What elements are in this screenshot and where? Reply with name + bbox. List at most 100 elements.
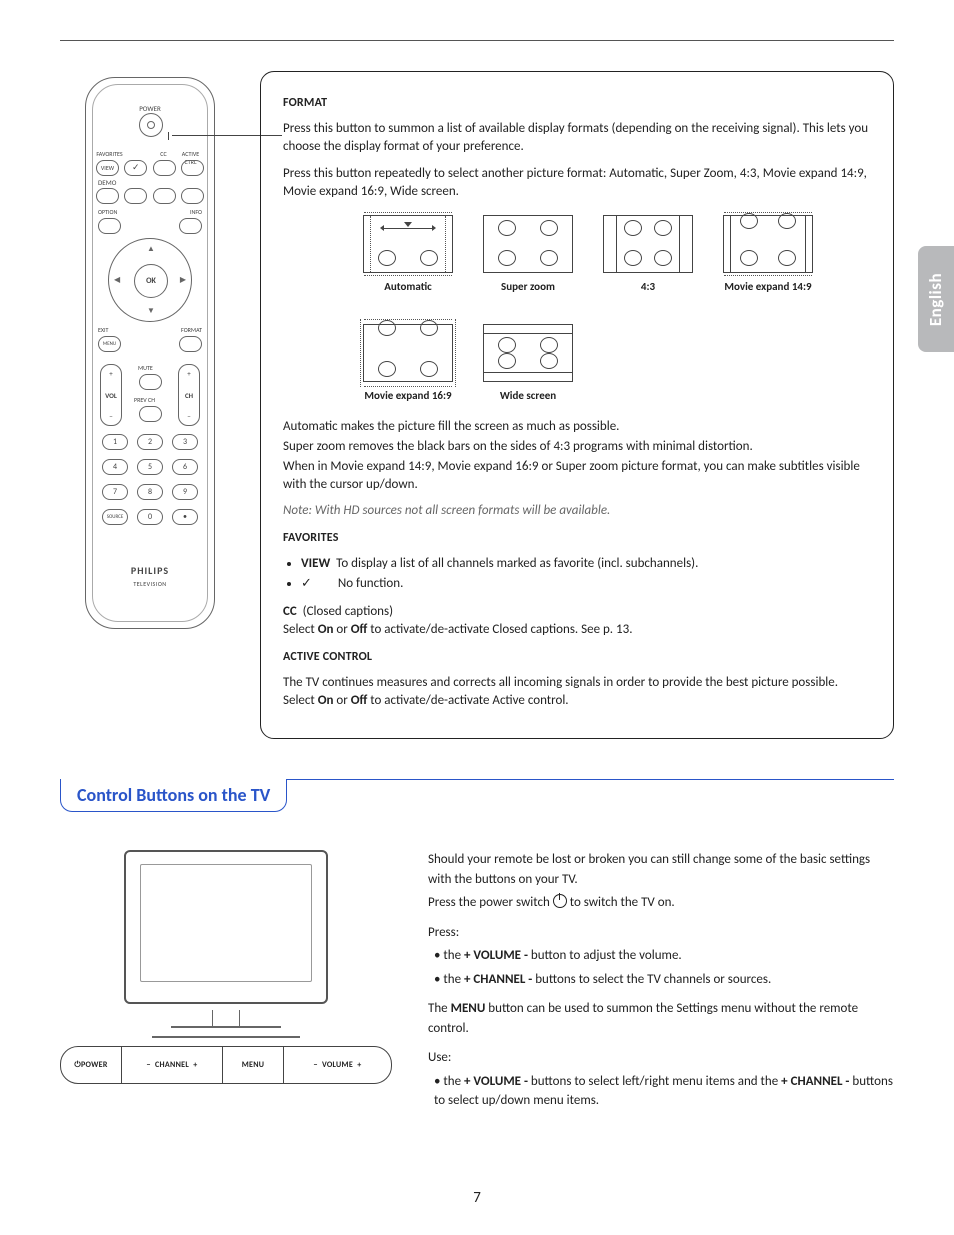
remote-dpad: OK ▲ ▼ ◀ ▶ [108, 238, 192, 322]
remote-demo-button [96, 188, 119, 204]
fav-view-label: VIEW [301, 556, 330, 571]
fmt-wide-label: Wide screen [483, 388, 573, 403]
tv-volume-seg: − VOLUME + [284, 1047, 391, 1083]
fmt-automatic: Automatic [363, 215, 453, 294]
remote-key-3: 3 [172, 434, 198, 450]
remote-key-1: 1 [102, 434, 128, 450]
remote-info-label: INFO [190, 208, 202, 216]
remote-key-5: 5 [137, 459, 163, 475]
remote-key-source: SOURCE [102, 509, 128, 525]
remote-format-label: FORMAT [181, 326, 202, 334]
fmt-me149-label: Movie expand 14:9 [723, 279, 813, 294]
remote-subbrand: TELEVISION [86, 580, 214, 588]
remote-brand: PHILIPS [86, 564, 214, 577]
cc-text2a: Select [283, 622, 318, 637]
tv-menu-seg: MENU [223, 1047, 284, 1083]
cc-label: CC [283, 604, 297, 619]
tv-use-label: Use: [428, 1048, 894, 1068]
remote-info-button [179, 218, 202, 234]
tv-p2b: to switch the TV on. [570, 895, 675, 910]
tv-p2a: Press the power switch [428, 895, 553, 910]
remote-down-arrow: ▼ [147, 306, 155, 316]
remote-key-4: 4 [102, 459, 128, 475]
remote-vol-rocker: + VOL − [100, 364, 122, 426]
fmt-superzoom: Super zoom [483, 215, 573, 294]
active-control-heading: ACTIVE CONTROL [283, 650, 372, 664]
remote-mute-button [139, 374, 162, 390]
fmt-43: 4:3 [603, 215, 693, 294]
active-off: Off [351, 693, 368, 708]
remote-blank3-button [181, 188, 204, 204]
format-desc2: Super zoom removes the black bars on the… [283, 438, 871, 456]
remote-key-dot: • [172, 509, 198, 525]
tv-text-block: Should your remote be lost or broken you… [428, 850, 894, 1121]
active-on: On [318, 693, 334, 708]
format-info-box: FORMAT Press this button to summon a lis… [260, 71, 894, 739]
active-text-b: to activate/de-activate Active control. [367, 693, 568, 708]
fav-check-symbol: ✓ [301, 575, 329, 593]
remote-format-button [179, 336, 202, 352]
format-p2: Press this button repeatedly to select a… [283, 165, 871, 201]
remote-check-button: ✓ [124, 160, 147, 176]
remote-power-button [139, 113, 163, 137]
tv-channel-seg: − CHANNEL + [122, 1047, 223, 1083]
cc-text2b: to activate/de-activate Closed captions.… [367, 622, 632, 637]
remote-option-label: OPTION [98, 208, 117, 216]
cc-off: Off [351, 622, 368, 637]
format-heading: FORMAT [283, 96, 327, 110]
fmt-me149: Movie expand 14:9 [723, 215, 813, 294]
remote-key-9: 9 [172, 484, 198, 500]
remote-exit-label: EXIT [98, 326, 108, 334]
remote-mute-label: MUTE [138, 364, 153, 372]
remote-menu-button: MENU [98, 336, 121, 352]
cc-or: or [333, 622, 350, 637]
remote-keypad: 1 2 3 4 5 6 7 8 9 SOURCE [102, 434, 198, 534]
remote-key-6: 6 [172, 459, 198, 475]
fav-view-text: To display a list of all channels marked… [336, 556, 698, 571]
power-icon [553, 894, 567, 908]
tv-p1: Should your remote be lost or broken you… [428, 850, 894, 889]
remote-key-8: 8 [137, 484, 163, 500]
format-note: Note: With HD sources not all screen for… [283, 502, 871, 520]
section-divider: Control Buttons on the TV [60, 779, 894, 780]
remote-left-arrow: ◀ [114, 275, 120, 285]
tv-press-label: Press: [428, 923, 894, 943]
remote-power-label: POWER [86, 104, 214, 113]
remote-view-button: VIEW [96, 160, 119, 176]
format-grid: Automatic Super zoom [363, 215, 871, 404]
remote-diagram: POWER FAVORITES CC ACTIVE CTRL VIEW ✓ DE… [60, 71, 240, 629]
format-p1: Press this button to summon a list of av… [283, 120, 871, 156]
remote-blank2-button [153, 188, 176, 204]
remote-activectrl-button [181, 160, 204, 176]
remote-cc-button [153, 160, 176, 176]
tv-power-seg: ⏻ POWER [61, 1047, 122, 1083]
fmt-wide: Wide screen [483, 324, 573, 403]
fmt-me169: Movie expand 16:9 [363, 324, 453, 403]
favorites-heading: FAVORITES [283, 531, 339, 545]
fmt-automatic-label: Automatic [363, 279, 453, 294]
tv-button-strip: ⏻ POWER − CHANNEL + MENU − VOLUME + [60, 1046, 392, 1084]
remote-demo-label: DEMO [98, 178, 214, 187]
format-desc1: Automatic makes the picture fill the scr… [283, 418, 871, 436]
fmt-superzoom-label: Super zoom [483, 279, 573, 294]
remote-ok-button: OK [134, 264, 168, 298]
page-number: 7 [0, 1189, 954, 1207]
remote-key-7: 7 [102, 484, 128, 500]
remote-option-button [98, 218, 121, 234]
remote-up-arrow: ▲ [147, 244, 155, 254]
tv-diagram: ⏻ POWER − CHANNEL + MENU − VOLUME + [60, 850, 392, 1121]
fav-check-text: No function. [338, 576, 404, 591]
fmt-43-label: 4:3 [603, 279, 693, 294]
cc-on: On [318, 622, 334, 637]
remote-key-0: 0 [137, 509, 163, 525]
remote-blank1-button [124, 188, 147, 204]
top-rule [60, 40, 894, 41]
favorites-list: VIEW To display a list of all channels m… [283, 555, 871, 593]
section-title: Control Buttons on the TV [60, 779, 287, 812]
cc-text1: (Closed captions) [303, 604, 393, 619]
format-desc3: When in Movie expand 14:9, Movie expand … [283, 458, 871, 494]
remote-right-arrow: ▶ [180, 275, 186, 285]
remote-prevch-button [139, 406, 162, 422]
remote-ch-rocker: + CH − [178, 364, 200, 426]
fmt-me169-label: Movie expand 16:9 [363, 388, 453, 403]
